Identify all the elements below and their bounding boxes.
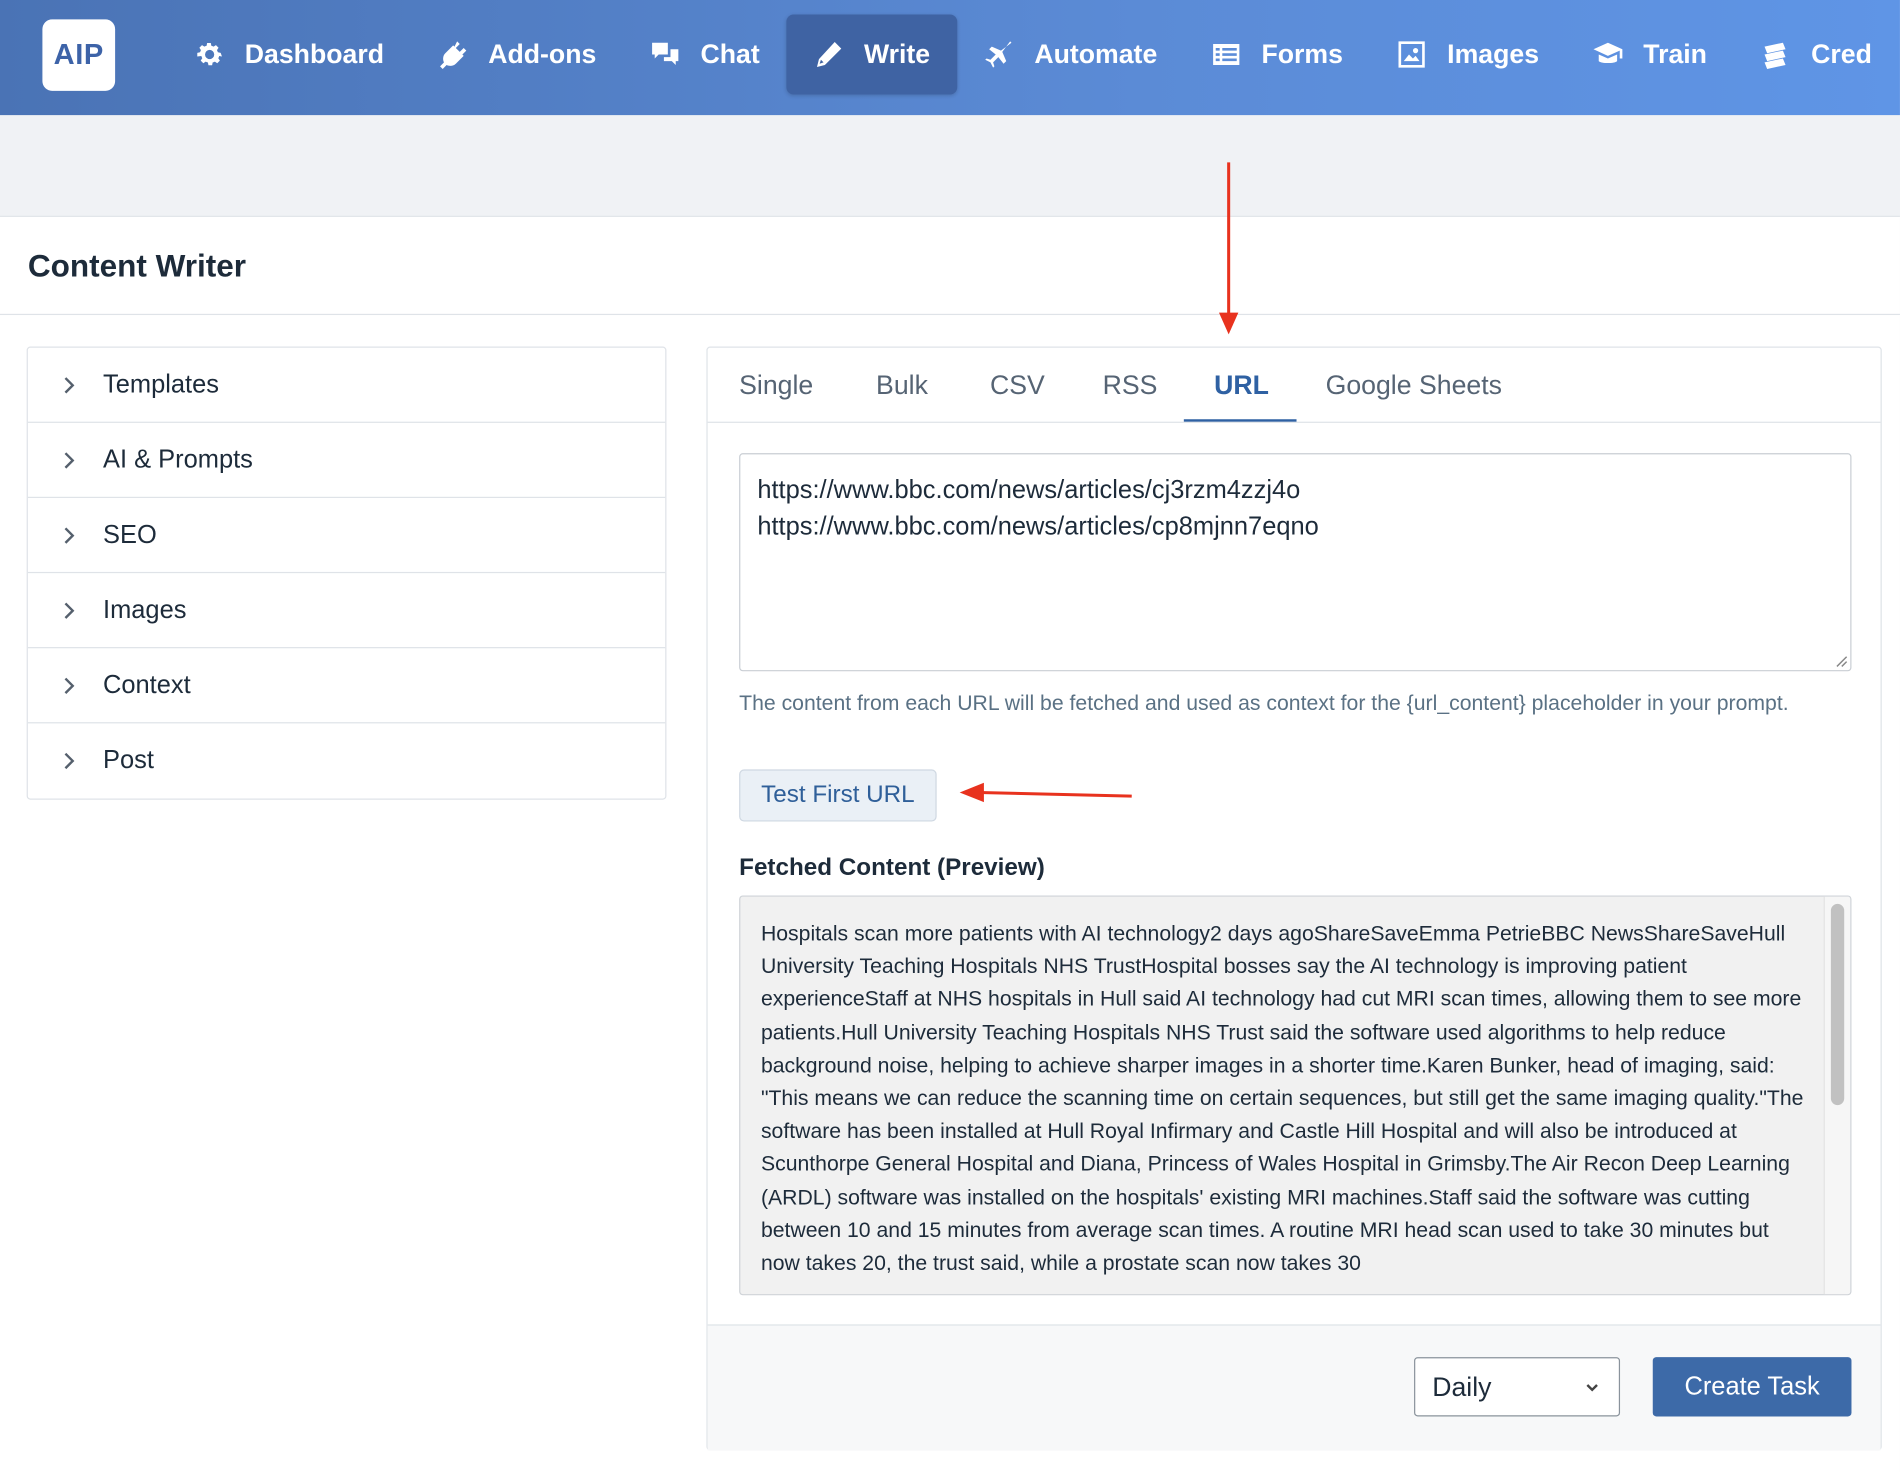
url-line: https://www.bbc.com/news/articles/cj3rzm… xyxy=(757,476,1301,505)
pencil-icon xyxy=(817,42,842,67)
nav-label: Train xyxy=(1643,38,1707,70)
accordion-item-post[interactable]: Post xyxy=(28,723,665,798)
nav-item-train[interactable]: Train xyxy=(1566,15,1734,95)
page-title: Content Writer xyxy=(27,246,247,283)
nav-label: Forms xyxy=(1261,38,1343,70)
tab-csv[interactable]: CSV xyxy=(990,348,1045,423)
image-icon xyxy=(1398,41,1426,68)
nav-label: Cred xyxy=(1811,38,1872,70)
form-icon xyxy=(1213,44,1240,66)
schedule-select[interactable]: Daily xyxy=(1414,1357,1621,1417)
nav-item-credits[interactable]: Cred xyxy=(1734,15,1899,95)
scrollbar-thumb[interactable] xyxy=(1830,903,1845,1106)
plug-icon xyxy=(439,41,467,69)
tab-url[interactable]: URL xyxy=(1214,348,1269,423)
accordion-label: AI & Prompts xyxy=(102,445,253,474)
url-list-textarea[interactable]: https://www.bbc.com/news/articles/cj3rzm… xyxy=(739,453,1852,672)
graduation-cap-icon xyxy=(1593,42,1623,64)
tab-google-sheets[interactable]: Google Sheets xyxy=(1326,348,1502,423)
credits-icon xyxy=(1764,42,1786,69)
url-line: https://www.bbc.com/news/articles/cp8mjn… xyxy=(757,512,1319,541)
accordion-label: Post xyxy=(102,746,154,775)
fetched-content-preview[interactable]: Hospitals scan more patients with AI tec… xyxy=(739,895,1852,1296)
settings-accordion: Templates AI & Prompts SEO Images Contex… xyxy=(26,346,667,800)
accordion-item-seo[interactable]: SEO xyxy=(27,498,666,574)
app-logo[interactable]: AIP xyxy=(42,19,116,91)
chevron-right-icon xyxy=(64,376,75,393)
schedule-selected: Daily xyxy=(1432,1371,1492,1402)
chevron-right-icon xyxy=(64,526,75,544)
active-tab-indicator xyxy=(1183,419,1297,422)
chevron-right-icon xyxy=(64,677,75,694)
accordion-item-templates[interactable]: Templates xyxy=(27,348,666,423)
chevron-right-icon xyxy=(64,752,75,770)
accordion-item-images[interactable]: Images xyxy=(27,573,666,649)
nav-item-forms[interactable]: Forms xyxy=(1184,15,1370,95)
nav-item-chat[interactable]: Chat xyxy=(623,15,786,95)
url-help-text: The content from each URL will be fetche… xyxy=(739,690,1789,715)
tab-bulk[interactable]: Bulk xyxy=(876,348,928,423)
nav-item-write[interactable]: Write xyxy=(786,14,957,95)
nav-item-add-ons[interactable]: Add-ons xyxy=(411,15,623,95)
preview-label: Fetched Content (Preview) xyxy=(739,854,1045,881)
create-task-button[interactable]: Create Task xyxy=(1652,1357,1852,1417)
nav-label: Chat xyxy=(700,38,760,70)
source-panel: Single Bulk CSV RSS URL Google Sheets ht… xyxy=(706,346,1882,1451)
gear-icon xyxy=(197,42,222,66)
nav-items: Dashboard Add-ons Chat Write Automate Fo… xyxy=(167,14,1899,95)
preview-scrollbar[interactable] xyxy=(1823,896,1851,1295)
card-header: Content Writer xyxy=(0,217,1900,316)
nav-label: Add-ons xyxy=(488,38,597,70)
nav-label: Automate xyxy=(1034,38,1158,70)
content-writer-card: Content Writer Templates AI & Prompts SE… xyxy=(0,215,1900,1472)
resize-handle-icon[interactable] xyxy=(1833,653,1848,668)
tab-rss[interactable]: RSS xyxy=(1103,348,1158,423)
accordion-label: Context xyxy=(102,670,191,699)
accordion-item-context[interactable]: Context xyxy=(27,648,666,724)
preview-text: Hospitals scan more patients with AI tec… xyxy=(760,920,1804,1275)
nav-label: Write xyxy=(863,38,931,70)
plane-icon xyxy=(984,41,1012,68)
nav-item-images[interactable]: Images xyxy=(1370,15,1566,95)
chat-icon xyxy=(652,42,679,66)
accordion-item-ai-prompts[interactable]: AI & Prompts xyxy=(27,423,666,499)
chevron-down-icon xyxy=(1586,1384,1598,1392)
nav-item-automate[interactable]: Automate xyxy=(957,15,1184,95)
source-tabs: Single Bulk CSV RSS URL Google Sheets xyxy=(707,348,1881,423)
accordion-label: SEO xyxy=(102,520,157,549)
chevron-right-icon xyxy=(64,601,75,619)
accordion-label: Images xyxy=(102,595,187,624)
nav-item-dashboard[interactable]: Dashboard xyxy=(167,15,410,95)
nav-label: Dashboard xyxy=(244,38,385,70)
top-navigation: AIP Dashboard Add-ons Chat Write Automat… xyxy=(0,0,1900,116)
nav-label: Images xyxy=(1447,38,1540,70)
panel-footer: Daily Create Task xyxy=(707,1324,1881,1451)
chevron-right-icon xyxy=(64,451,75,468)
test-first-url-button[interactable]: Test First URL xyxy=(739,769,937,822)
tab-single[interactable]: Single xyxy=(739,348,813,423)
accordion-label: Templates xyxy=(102,370,219,399)
